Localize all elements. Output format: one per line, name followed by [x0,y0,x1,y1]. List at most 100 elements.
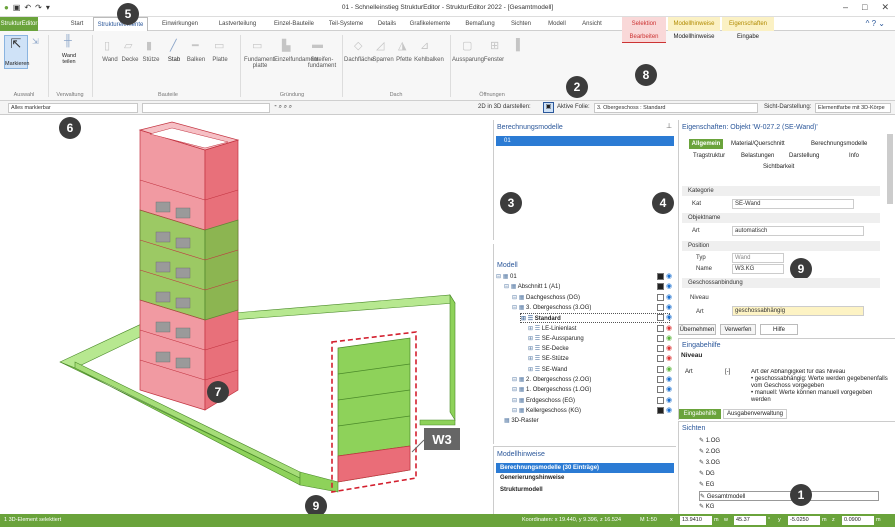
kat-field[interactable]: SE-Wand [732,199,854,209]
tab-ansicht[interactable]: Ansicht [575,17,609,31]
visibility-checkbox[interactable] [657,273,664,280]
eye-icon[interactable]: ◉ [666,282,672,290]
streifenfundament-icon[interactable]: ▬ [312,39,323,51]
tree-row[interactable]: ⊟ ▦ 2. Obergeschoss (2.OG) [512,375,662,385]
balken-icon[interactable]: ━ [192,39,199,52]
stuetze-icon[interactable]: ▮ [146,39,152,52]
aktive-folie-select[interactable]: 3. Obergeschoss : Standard [594,103,758,113]
visibility-checkbox[interactable] [657,396,664,404]
status-field[interactable]: 13.9410 [680,516,712,525]
sicht-item[interactable]: ✎ 3.OG [699,458,879,468]
aussparung-icon[interactable]: ▢ [462,39,472,52]
name-field[interactable]: W3.KG [732,264,784,274]
hilfe-button[interactable]: Hilfe [760,324,798,335]
filter-select-2[interactable] [142,103,270,113]
eye-icon[interactable]: ◉ [666,324,672,332]
eye-icon[interactable]: ◉ [666,303,672,311]
visibility-checkbox[interactable] [657,345,664,353]
tree-row[interactable]: ⊟ ▦ Abschnitt 1 (A1) [504,282,654,292]
hinweis-row-2[interactable]: Strukturmodell [500,487,543,493]
tab-details[interactable]: Details [372,17,402,31]
tab-einzel-bauteile[interactable]: Einzel-Bauteile [268,17,320,31]
tab-modellhinweise[interactable]: Modellhinweise [668,31,720,43]
verwerfen-button[interactable]: Verwerfen [720,324,756,335]
eig-tab-tragstruktur[interactable]: Tragstruktur [693,153,725,159]
wand-teilen-button[interactable]: ╫ Wand teilen [54,35,84,75]
visibility-checkbox[interactable] [657,303,664,311]
close-icon[interactable]: ✕ [881,2,889,13]
eye-icon[interactable]: ◉ [666,344,672,352]
tree-row[interactable]: ⊟ ▦ 3. Obergeschoss (3.OG) [512,303,662,313]
eig-tab-belastungen[interactable]: Belastungen [741,153,774,159]
visibility-checkbox[interactable] [657,314,664,322]
eye-icon[interactable]: ◉ [666,354,672,362]
eig-tab-berechnungsmodelle[interactable]: Berechnungsmodelle [811,141,867,147]
dachflaeche-icon[interactable]: ◇ [354,39,362,52]
status-field[interactable]: 45.37 [734,516,766,525]
tree-row[interactable]: ⊟ ▦ Kellergeschoss (KG) [512,406,662,416]
visibility-checkbox[interactable] [657,324,664,332]
tab-eingabe[interactable]: Eingabe [722,31,774,43]
eye-icon[interactable]: ◉ [666,385,672,393]
sparren-icon[interactable]: ◿ [376,39,384,52]
filter-select[interactable]: Alles markierbar [8,103,138,113]
eye-icon[interactable]: ◉ [666,334,672,342]
tree-row[interactable]: ⊞ ☰ Standard [520,313,670,324]
decke-icon[interactable]: ▱ [124,39,132,52]
sicht-item[interactable]: ✎ EG [699,480,879,490]
tab-selektion[interactable]: Selektion [622,17,666,31]
sicht-item[interactable]: ✎ Gesamtmodell [699,491,879,501]
eye-icon[interactable]: ◉ [666,365,672,373]
tab-ausgabenverwaltung[interactable]: Ausgabenverwaltung [723,409,787,419]
tab-grafikelemente[interactable]: Grafikelemente [404,17,456,31]
tab-bemassung[interactable]: Bemaßung [460,17,500,31]
tree-row[interactable]: ⊞ ☰ SE-Wand [528,365,678,375]
hinweis-row-0[interactable]: Berechnungsmodelle (30 Einträge) [496,463,674,473]
tab-strukturEditor[interactable]: StrukturEditor [0,17,38,31]
3d-view[interactable]: W3 [0,120,490,514]
select-small-icon[interactable]: ⇲ [32,37,39,46]
markieren-button[interactable]: ⇱ Markieren [4,35,29,69]
berechnungsmodell-item[interactable]: 01 [496,136,674,146]
tab-modell[interactable]: Modell [540,17,574,31]
fundamentplatte-icon[interactable]: ▭ [252,39,262,52]
status-field[interactable]: 0.0900 [842,516,874,525]
visibility-checkbox[interactable] [657,365,664,373]
eye-icon[interactable]: ◉ [666,293,672,301]
tree-row[interactable]: ⊟ ▦ 1. Obergeschoss (1.OG) [512,385,662,395]
2d-in-3d-toggle[interactable]: ▣ [543,102,554,113]
sicht-item[interactable]: ✎ DG [699,469,879,479]
visibility-checkbox[interactable] [657,283,664,291]
tab-teil-systeme[interactable]: Teil-Systeme [324,17,368,31]
eig-tab-material[interactable]: Material/Querschnitt [731,141,785,147]
tree-row[interactable]: ⊞ ☰ LE-Linienlast [528,324,678,334]
tree-row[interactable]: ⊟ ▦ Dachgeschoss (DG) [512,293,662,303]
uebernehmen-button[interactable]: Übernehmen [678,324,716,335]
tree-row[interactable]: ⊟ ▦ 01 [496,272,646,282]
kehlbalken-icon[interactable]: ⊿ [420,39,429,52]
wand-icon[interactable]: ▯ [104,39,110,52]
status-field[interactable]: -5.0250 [788,516,820,525]
eye-icon[interactable]: ◉ [666,396,672,404]
pfette-icon[interactable]: ◮ [398,39,406,52]
stab-icon[interactable]: ╱ [170,39,177,52]
visibility-checkbox[interactable] [657,293,664,301]
eig-tab-info[interactable]: Info [849,153,859,159]
tab-bearbeiten[interactable]: Bearbeiten [622,31,666,43]
eye-icon[interactable]: ◉ [666,375,672,383]
tab-start[interactable]: Start [62,17,92,31]
tab-eigenschaften[interactable]: Eigenschaften [722,17,774,31]
sicht-select[interactable]: Elementfarbe mit 3D-Körpe [815,103,891,113]
hinweis-row-1[interactable]: Generierungshinweise [500,475,564,481]
visibility-checkbox[interactable] [657,355,664,363]
tab-modellhinweise-top[interactable]: Modellhinweise [668,17,720,31]
tab-einwirkungen[interactable]: Einwirkungen [155,17,205,31]
eig-tab-darstellung[interactable]: Darstellung [789,153,819,159]
visibility-checkbox[interactable] [657,376,664,383]
sicht-item[interactable]: ✎ 2.OG [699,447,879,457]
platte-icon[interactable]: ▭ [214,39,224,52]
tab-sichten[interactable]: Sichten [504,17,538,31]
visibility-checkbox[interactable] [657,334,664,342]
tuer-icon[interactable]: ▐ [512,39,520,51]
einzelfundament-icon[interactable]: ▙ [282,39,290,52]
